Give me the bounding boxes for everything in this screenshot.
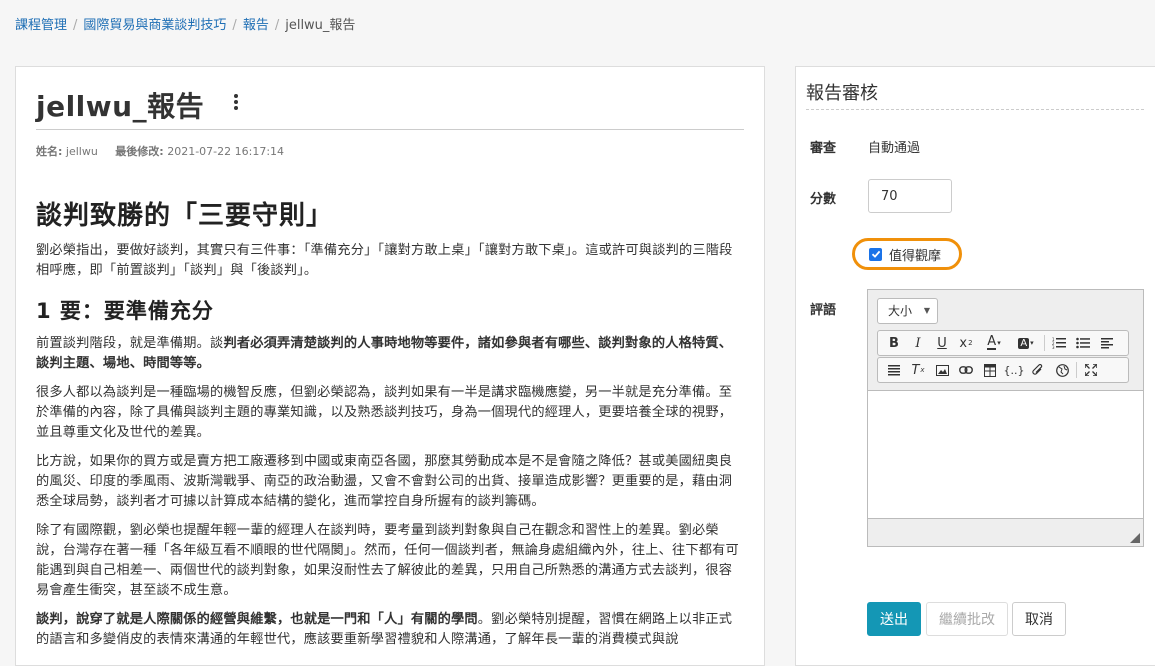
continue-grading-button[interactable]: 繼續批改 [926,602,1008,636]
report-meta: 姓名: jellwu 最後修改: 2021-07-22 16:17:14 [36,143,284,159]
maximize-icon[interactable] [1079,359,1103,381]
comment-text-area[interactable] [868,391,1143,518]
breadcrumb-separator: / [274,18,280,33]
italic-icon[interactable]: I [906,332,930,354]
checkmark-icon [871,250,880,258]
content-paragraph: 很多人都以為談判是一種臨場的機智反應，但劉必榮認為，談判如果有一半是講求臨機應變… [36,385,733,440]
superscript-icon[interactable]: x2 [954,332,978,354]
modified-label: 最後修改: [115,145,164,158]
justify-icon[interactable] [882,359,906,381]
bulleted-list-icon[interactable] [1071,332,1095,354]
review-status-value: 自動通過 [868,141,921,156]
chevron-down-icon: ▼ [923,306,930,315]
bold-icon[interactable]: B [882,332,906,354]
breadcrumb-separator: / [232,18,237,33]
content-paragraph: 比方說，如果你的買方或是賣方把工廠遷移到中國或東南亞各國，那麼其勞動成本是不是會… [36,454,733,509]
author-name: jellwu [65,145,98,158]
toolbar-separator [1044,335,1045,351]
svg-text:3: 3 [1052,345,1055,349]
content-paragraph: 除了有國際觀，劉必榮也提醒年輕一輩的經理人在談判時，要考量到談判對象與自己在觀念… [36,523,739,598]
remove-format-icon[interactable]: Tx [906,359,930,381]
breadcrumb-separator: / [73,18,78,33]
attachment-icon[interactable] [1026,359,1050,381]
breadcrumb-course-management[interactable]: 課程管理 [15,18,67,33]
title-divider [36,129,744,130]
editor-toolbar: 大小 ▼ B I U x2 A ▾ A ▾ 123 T x {..} [868,290,1143,391]
author-label: 姓名: [36,145,63,158]
content-heading-main: 談判致勝的「三要守則」 [36,201,334,231]
toolbar-row-2: Tx {..} [877,357,1129,383]
report-panel: jellwu_報告 姓名: jellwu 最後修改: 2021-07-22 16… [15,66,765,666]
review-panel: 報告審核 審查 自動通過 分數 值得觀摩 評語 大小 ▼ B I U x2 A▾… [795,66,1155,666]
text-color-icon[interactable]: A ▾ [978,332,1010,354]
cancel-button[interactable]: 取消 [1012,602,1066,636]
comment-label: 評語 [810,303,837,318]
review-title: 報告審核 [806,79,1144,110]
editor-footer [868,518,1143,546]
paragraph-bold-text: 談判，說穿了就是人際關係的經營與維繫，也就是一門和「人」有關的學問 [36,612,478,627]
toolbar-row-1: B I U x2 A ▾ A ▾ 123 [877,330,1129,356]
font-size-label: 大小 [888,304,913,318]
paragraph-text: 前置談判階段，就是準備期。談 [36,336,224,351]
toolbar-separator [1076,362,1077,378]
report-content: 談判致勝的「三要守則」 劉必榮指出，要做好談判，其實只有三件事：「準備充分」「讓… [36,195,744,659]
submit-button[interactable]: 送出 [867,602,921,636]
code-snippet-icon[interactable]: {..} [1002,359,1026,381]
featured-checkbox[interactable] [869,247,882,261]
score-label: 分數 [810,192,837,207]
breadcrumb-course[interactable]: 國際貿易與商業談判技巧 [83,18,226,33]
report-header: jellwu_報告 [36,85,744,125]
page-title: jellwu_報告 [36,90,205,123]
review-status-label: 審查 [810,141,837,156]
more-options-icon[interactable] [231,92,241,112]
content-paragraph: 談判，說穿了就是人際關係的經營與維繫，也就是一門和「人」有關的學問。劉必榮特別提… [36,610,744,650]
numbered-list-icon[interactable]: 123 [1047,332,1071,354]
resize-handle-icon[interactable] [1130,533,1140,543]
featured-checkbox-label[interactable]: 值得觀摩 [889,245,941,264]
image-icon[interactable] [930,359,954,381]
underline-icon[interactable]: U [930,332,954,354]
score-input[interactable] [868,179,952,213]
align-left-icon[interactable] [1095,332,1119,354]
breadcrumb-reports[interactable]: 報告 [243,18,269,33]
breadcrumb: 課程管理 / 國際貿易與商業談判技巧 / 報告 / jellwu_報告 [15,14,355,33]
font-size-dropdown[interactable]: 大小 ▼ [877,298,938,324]
globe-icon[interactable] [1050,359,1074,381]
content-heading-section: 1 要：要準備充分 [36,299,214,323]
featured-checkbox-highlight: 值得觀摩 [852,238,962,270]
content-paragraph: 前置談判階段，就是準備期。談判者必須弄清楚談判的人事時地物等要件，諸如參與者有哪… [36,334,744,374]
link-icon[interactable] [954,359,978,381]
comment-editor: 大小 ▼ B I U x2 A ▾ A ▾ 123 T x {..} [867,289,1144,547]
breadcrumb-current: jellwu_報告 [285,18,356,33]
background-color-icon[interactable]: A ▾ [1010,332,1042,354]
modified-time: 2021-07-22 16:17:14 [167,145,285,158]
content-paragraph: 劉必榮指出，要做好談判，其實只有三件事：「準備充分」「讓對方敢上桌」「讓對方敢下… [36,243,733,278]
table-icon[interactable] [978,359,1002,381]
